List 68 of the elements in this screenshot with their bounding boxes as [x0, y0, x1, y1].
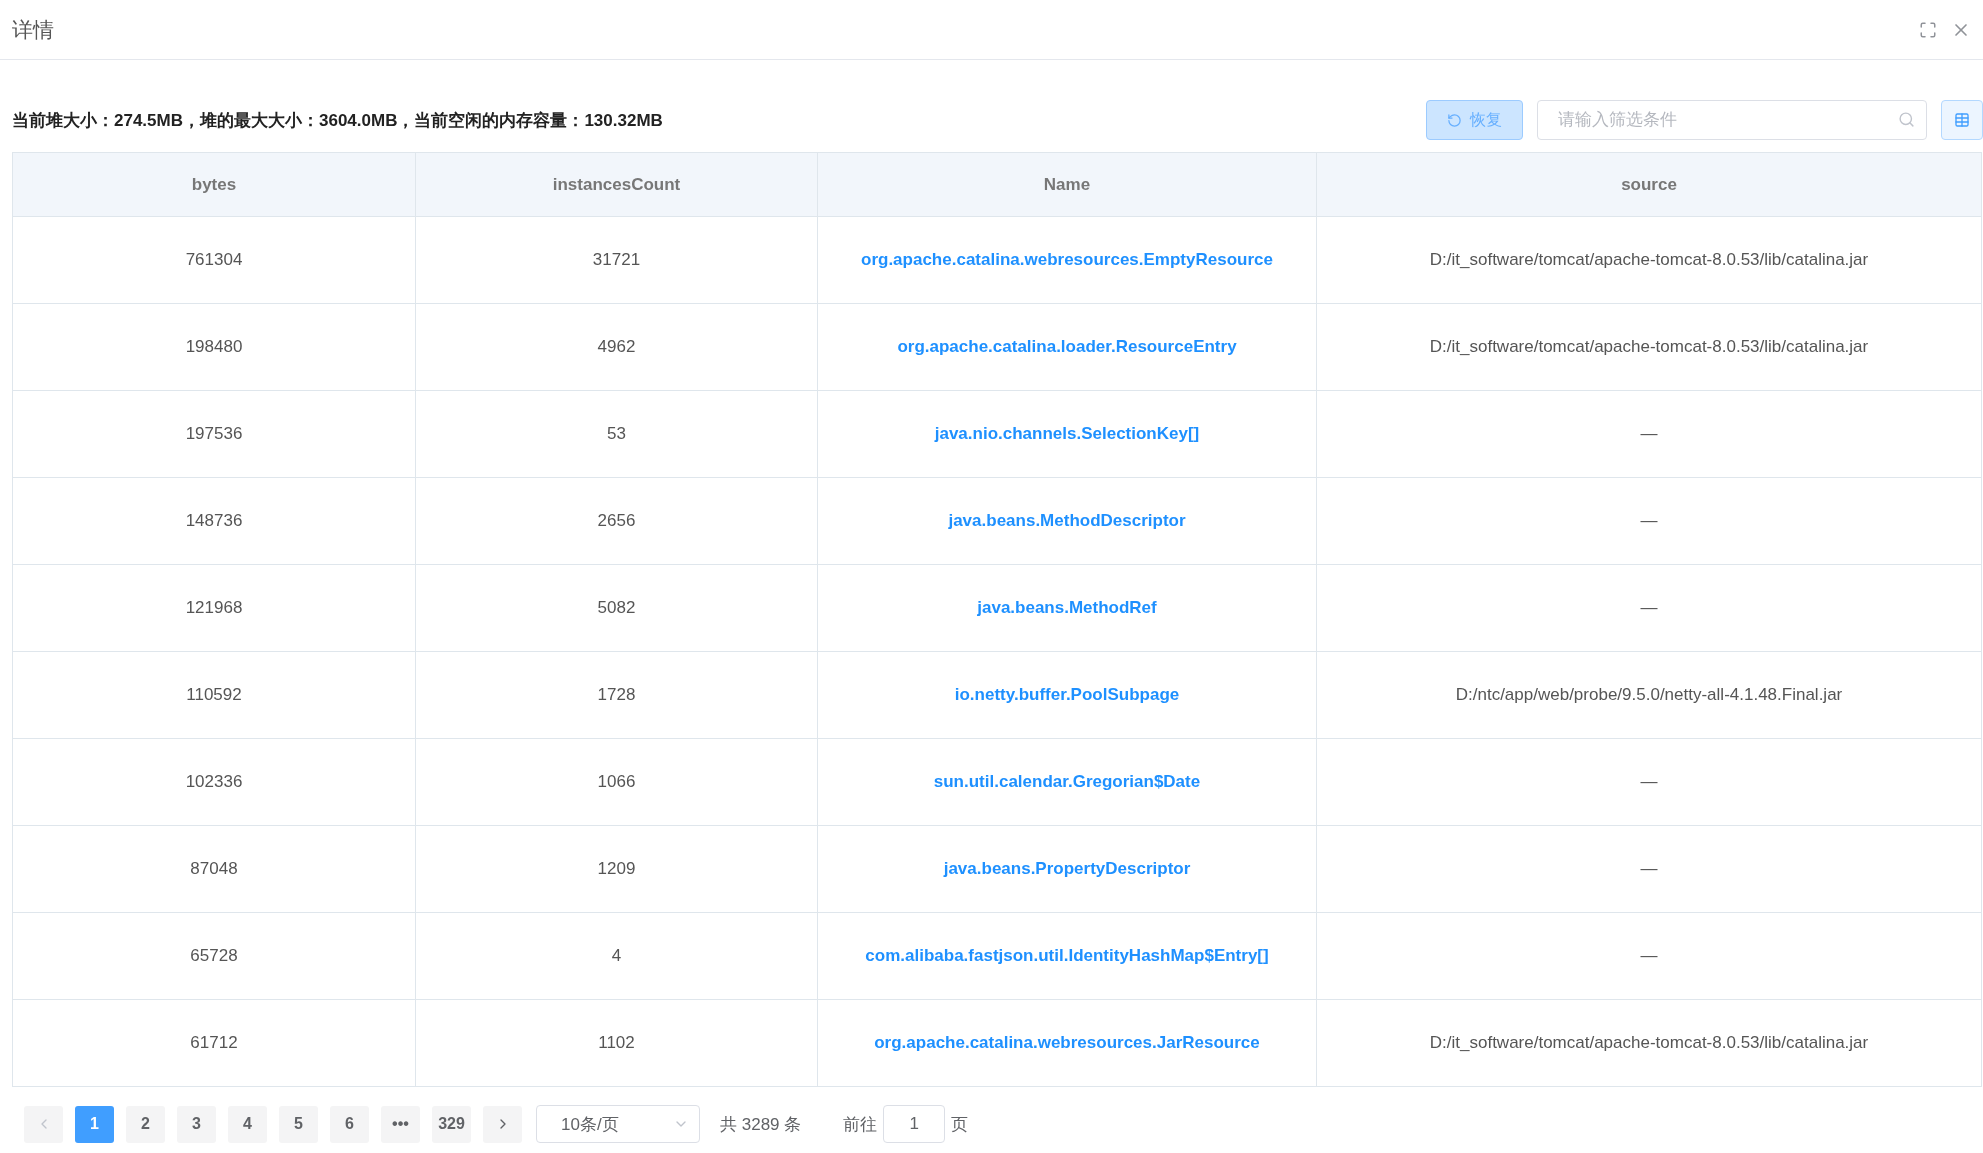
- page-button[interactable]: 1: [75, 1105, 114, 1143]
- table-cell: 110592: [12, 651, 416, 739]
- table-cell: 1102: [415, 999, 818, 1087]
- table-cell: 2656: [415, 477, 818, 565]
- table-cell: 121968: [12, 564, 416, 652]
- table-cell: 53: [415, 390, 818, 478]
- class-name-link[interactable]: java.nio.channels.SelectionKey[]: [934, 424, 1200, 443]
- search-field[interactable]: 请输入筛选条件: [1537, 100, 1927, 140]
- column-header: Name: [817, 152, 1317, 217]
- goto-suffix: 页: [951, 1113, 969, 1136]
- page-button[interactable]: 5: [279, 1105, 318, 1143]
- column-header: instancesCount: [415, 152, 818, 217]
- class-name-link[interactable]: io.netty.buffer.PoolSubpage: [954, 685, 1180, 704]
- column-header: bytes: [12, 152, 416, 217]
- table-cell: 197536: [12, 390, 416, 478]
- page-button[interactable]: 3: [177, 1105, 216, 1143]
- table-cell: 31721: [415, 216, 818, 304]
- page-size-select[interactable]: 10条/页: [536, 1105, 700, 1143]
- goto-page-input[interactable]: 1: [883, 1105, 946, 1143]
- table-cell: 61712: [12, 999, 416, 1087]
- refresh-icon: [1447, 112, 1462, 128]
- heap-summary: 当前堆大小：274.5MB，堆的最大大小：3604.0MB，当前空闲的内存容量：130.32MB: [12, 109, 664, 132]
- table-icon: [1954, 112, 1970, 128]
- class-name-link[interactable]: org.apache.catalina.webresources.JarResource: [874, 1033, 1260, 1052]
- class-name-link[interactable]: org.apache.catalina.loader.ResourceEntry: [897, 337, 1237, 356]
- table-cell: —: [1316, 477, 1982, 565]
- page-button[interactable]: 329: [432, 1105, 471, 1143]
- dialog-title: 详情: [12, 16, 55, 43]
- table-cell: 5082: [415, 564, 818, 652]
- table-cell: 198480: [12, 303, 416, 391]
- table-cell: —: [1316, 912, 1982, 1000]
- restore-button[interactable]: 恢复: [1426, 100, 1523, 140]
- table-cell: 1209: [415, 825, 818, 913]
- page-button[interactable]: 6: [330, 1105, 369, 1143]
- table-cell: 102336: [12, 738, 416, 826]
- table-cell: 1066: [415, 738, 818, 826]
- table-cell: D:/it_software/tomcat/apache-tomcat-8.0.53/lib/catalina.jar: [1316, 216, 1982, 304]
- table-columns-button[interactable]: [1941, 100, 1983, 140]
- previous-page-button[interactable]: [24, 1105, 63, 1143]
- table-cell: D:/it_software/tomcat/apache-tomcat-8.0.53/lib/catalina.jar: [1316, 999, 1982, 1087]
- table-cell: 65728: [12, 912, 416, 1000]
- table-cell: —: [1316, 564, 1982, 652]
- class-name-link[interactable]: java.beans.MethodRef: [977, 598, 1157, 617]
- table-cell: 761304: [12, 216, 416, 304]
- class-name-link[interactable]: org.apache.catalina.webresources.EmptyResource: [861, 250, 1273, 269]
- page-button[interactable]: 4: [228, 1105, 267, 1143]
- table-cell: —: [1316, 738, 1982, 826]
- table-cell: 1728: [415, 651, 818, 739]
- table-cell: D:/it_software/tomcat/apache-tomcat-8.0.53/lib/catalina.jar: [1316, 303, 1982, 391]
- fullscreen-icon[interactable]: [1919, 20, 1937, 39]
- table-cell: D:/ntc/app/web/probe/9.5.0/netty-all-4.1.48.Final.jar: [1316, 651, 1982, 739]
- search-icon: [1898, 111, 1915, 128]
- column-header: source: [1316, 152, 1982, 217]
- table-cell: 87048: [12, 825, 416, 913]
- class-name-link[interactable]: sun.util.calendar.Gregorian$Date: [933, 772, 1201, 791]
- table-cell: 4: [415, 912, 818, 1000]
- page-button[interactable]: •••: [381, 1105, 420, 1143]
- next-page-button[interactable]: [483, 1105, 522, 1143]
- class-name-link[interactable]: com.alibaba.fastjson.util.IdentityHashMap$Entry[]: [865, 946, 1269, 965]
- table-cell: 4962: [415, 303, 818, 391]
- total-count: 共 3289 条: [720, 1113, 802, 1136]
- goto-label: 前往: [843, 1113, 878, 1136]
- class-name-link[interactable]: java.beans.PropertyDescriptor: [943, 859, 1191, 878]
- page-button[interactable]: 2: [126, 1105, 165, 1143]
- table-cell: 148736: [12, 477, 416, 565]
- table-cell: —: [1316, 825, 1982, 913]
- class-name-link[interactable]: java.beans.MethodDescriptor: [948, 511, 1186, 530]
- table-cell: —: [1316, 390, 1982, 478]
